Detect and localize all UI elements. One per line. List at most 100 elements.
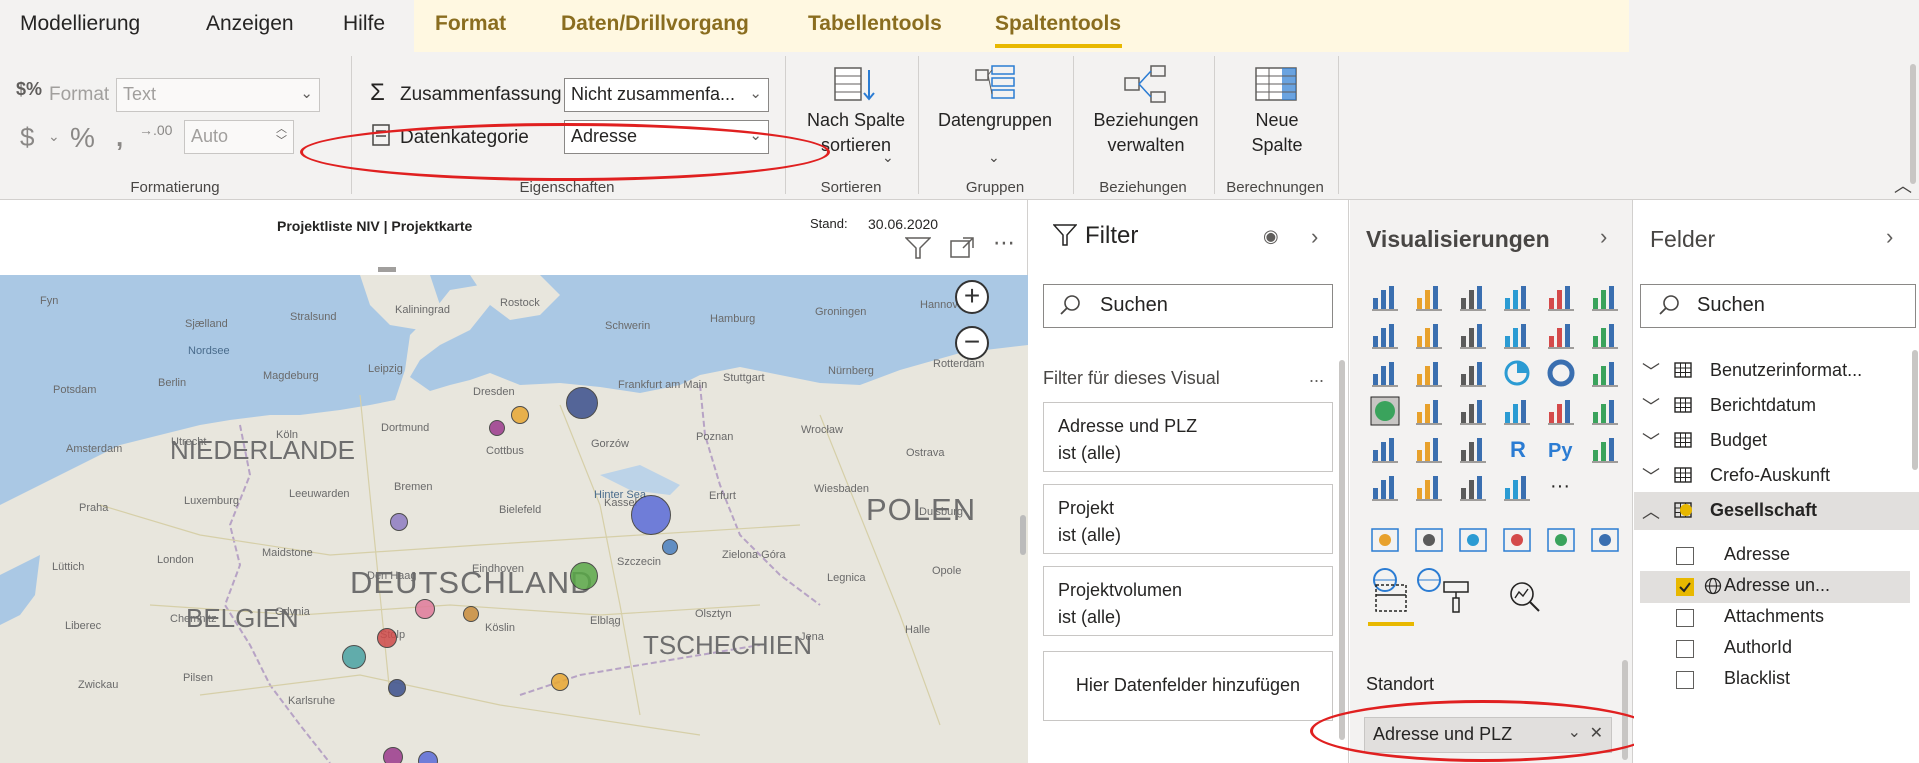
focus-mode-icon[interactable] bbox=[950, 237, 974, 265]
percent-icon[interactable]: % bbox=[70, 122, 95, 154]
map-bubble[interactable] bbox=[631, 495, 671, 535]
field-table-row[interactable]: ﹀ Benutzerinformat... bbox=[1634, 352, 1919, 390]
map-bubble[interactable] bbox=[566, 387, 598, 419]
line-cluster-visual-icon[interactable] bbox=[1546, 320, 1576, 350]
field-checkbox[interactable] bbox=[1676, 640, 1694, 658]
map-scrollbar[interactable] bbox=[1020, 515, 1026, 555]
timeline-visual-icon[interactable] bbox=[1546, 525, 1576, 555]
ribbon-scrollbar[interactable] bbox=[1910, 64, 1916, 184]
field-column-row[interactable]: Adresse bbox=[1634, 540, 1919, 572]
map-bubble[interactable] bbox=[390, 513, 408, 531]
globe-map-visual-icon[interactable] bbox=[1370, 525, 1400, 555]
chevron-down-icon[interactable]: ﹀ bbox=[1642, 428, 1660, 454]
area-visual-icon[interactable] bbox=[1414, 320, 1444, 350]
filled-map-visual-icon[interactable] bbox=[1414, 396, 1444, 426]
zoom-in-button[interactable]: + bbox=[955, 280, 989, 314]
decimal-places-icon[interactable]: →.00 bbox=[139, 122, 172, 138]
vis-pane-scrollbar[interactable] bbox=[1622, 660, 1628, 760]
scatter-visual-icon[interactable] bbox=[1458, 358, 1488, 388]
eye-icon[interactable]: ◉ bbox=[1263, 226, 1279, 247]
chevron-down-icon[interactable]: ⌄ bbox=[988, 149, 1000, 166]
map-bubble[interactable] bbox=[377, 628, 397, 648]
donut-visual-icon[interactable] bbox=[1546, 358, 1576, 388]
key-influencers-visual-icon[interactable] bbox=[1590, 434, 1620, 464]
tab-tabellentools[interactable]: Tabellentools bbox=[808, 12, 942, 36]
sort-by-column-button[interactable]: Nach Spalte sortieren bbox=[796, 64, 916, 158]
funnel-visual-icon[interactable] bbox=[1414, 358, 1444, 388]
line-visual-icon[interactable] bbox=[1370, 320, 1400, 350]
datenkategorie-dropdown[interactable]: Adresse ⌄ bbox=[564, 120, 769, 154]
map-bubble[interactable] bbox=[511, 406, 529, 424]
more-visuals-visual-icon[interactable]: ··· bbox=[1546, 472, 1576, 502]
chevron-right-icon[interactable]: › bbox=[1600, 224, 1607, 250]
field-column-row[interactable]: Attachments bbox=[1634, 602, 1919, 634]
stacked-area-visual-icon[interactable] bbox=[1458, 320, 1488, 350]
chevron-down-icon[interactable]: ⌄ bbox=[48, 128, 60, 145]
fish-visual-visual-icon[interactable] bbox=[1458, 525, 1488, 555]
format-paint-roller-icon[interactable] bbox=[1442, 580, 1472, 619]
r-script-visual-icon[interactable]: R bbox=[1502, 434, 1532, 464]
currency-icon[interactable]: $ bbox=[20, 122, 34, 153]
field-table-row[interactable]: ﹀ Budget bbox=[1634, 422, 1919, 460]
python-visual-icon[interactable]: Py bbox=[1546, 434, 1576, 464]
heat-streak-visual-icon[interactable] bbox=[1414, 565, 1444, 595]
tab-spaltentools[interactable]: Spaltentools bbox=[995, 12, 1121, 36]
100-bar-visual-icon[interactable] bbox=[1546, 282, 1576, 312]
chevron-right-icon[interactable]: › bbox=[1886, 224, 1893, 250]
resize-handle[interactable] bbox=[378, 267, 396, 272]
field-column-row[interactable]: AuthorId bbox=[1634, 633, 1919, 665]
manage-relationships-button[interactable]: Beziehungen verwalten bbox=[1082, 64, 1210, 158]
chevron-up-icon[interactable]: ︿ bbox=[1642, 498, 1660, 524]
matrix-visual-icon[interactable] bbox=[1458, 434, 1488, 464]
format-dropdown[interactable]: Text ⌄ bbox=[116, 78, 320, 112]
field-table-row[interactable]: ﹀ Crefo-Auskunft bbox=[1634, 457, 1919, 495]
table-visual-icon[interactable] bbox=[1414, 434, 1444, 464]
filter-card-projekt[interactable]: Projekt ist (alle) bbox=[1043, 484, 1333, 554]
multi-row-card-visual-icon[interactable] bbox=[1546, 396, 1576, 426]
more-options-icon[interactable]: ⋯ bbox=[993, 230, 1015, 256]
clustered-bar-visual-icon[interactable] bbox=[1458, 282, 1488, 312]
field-table-row[interactable]: ﹀ Berichtdatum bbox=[1634, 387, 1919, 425]
ribbon-visual-icon[interactable] bbox=[1590, 320, 1620, 350]
map-bubble[interactable] bbox=[342, 645, 366, 669]
map-bubble[interactable] bbox=[489, 420, 505, 436]
new-column-button[interactable]: Neue Spalte bbox=[1225, 64, 1329, 158]
map-bubble[interactable] bbox=[551, 673, 569, 691]
filter-search-input[interactable]: Suchen bbox=[1043, 284, 1333, 328]
standort-field-well[interactable]: Adresse und PLZ ⌄ ✕ bbox=[1364, 717, 1612, 753]
line-column-visual-icon[interactable] bbox=[1502, 320, 1532, 350]
chevron-down-icon[interactable]: ﹀ bbox=[1642, 358, 1660, 384]
qa-visual-icon[interactable] bbox=[1414, 472, 1444, 502]
waterfall-visual-icon[interactable] bbox=[1370, 358, 1400, 388]
field-checkbox[interactable] bbox=[1676, 578, 1694, 596]
filter-pane-scrollbar[interactable] bbox=[1339, 360, 1345, 740]
add-data-fields-dropzone[interactable]: Hier Datenfelder hinzufügen bbox=[1043, 651, 1333, 721]
zoom-out-button[interactable]: − bbox=[955, 326, 989, 360]
remove-field-icon[interactable]: ✕ bbox=[1590, 723, 1603, 743]
card-visual-icon[interactable] bbox=[1502, 396, 1532, 426]
tab-daten-drillvorgang[interactable]: Daten/Drillvorgang bbox=[561, 12, 749, 36]
map-bubble[interactable] bbox=[463, 606, 479, 622]
decomposition-tree-visual-icon[interactable] bbox=[1370, 472, 1400, 502]
filter-card-adresse-plz[interactable]: Adresse und PLZ ist (alle) bbox=[1043, 402, 1333, 472]
zusammenfassung-dropdown[interactable]: Nicht zusammenfa... ⌄ bbox=[564, 78, 769, 112]
field-checkbox[interactable] bbox=[1676, 609, 1694, 627]
fields-search-input[interactable]: Suchen bbox=[1640, 284, 1916, 328]
tab-anzeigen[interactable]: Anzeigen bbox=[206, 12, 294, 36]
map-bubble[interactable] bbox=[415, 599, 435, 619]
map-bubble[interactable] bbox=[570, 562, 598, 590]
tab-format[interactable]: Format bbox=[435, 12, 506, 36]
clustered-column-visual-icon[interactable] bbox=[1502, 282, 1532, 312]
fields-pane-scrollbar[interactable] bbox=[1912, 350, 1918, 470]
tab-modellierung[interactable]: Modellierung bbox=[20, 12, 140, 36]
smart-narrative-visual-icon[interactable] bbox=[1458, 472, 1488, 502]
fields-tab-icon[interactable] bbox=[1374, 583, 1408, 618]
stacked-column-visual-icon[interactable] bbox=[1414, 282, 1444, 312]
paginated-visual-icon[interactable] bbox=[1502, 472, 1532, 502]
100-column-visual-icon[interactable] bbox=[1590, 282, 1620, 312]
chevron-down-icon[interactable]: ﹀ bbox=[1642, 463, 1660, 489]
stepper-arrows-icon[interactable]: ︿ ﹀ bbox=[276, 123, 287, 147]
org-chart-visual-icon[interactable] bbox=[1502, 525, 1532, 555]
decimal-places-stepper[interactable]: Auto ︿ ﹀ bbox=[184, 120, 294, 154]
field-checkbox[interactable] bbox=[1676, 671, 1694, 689]
